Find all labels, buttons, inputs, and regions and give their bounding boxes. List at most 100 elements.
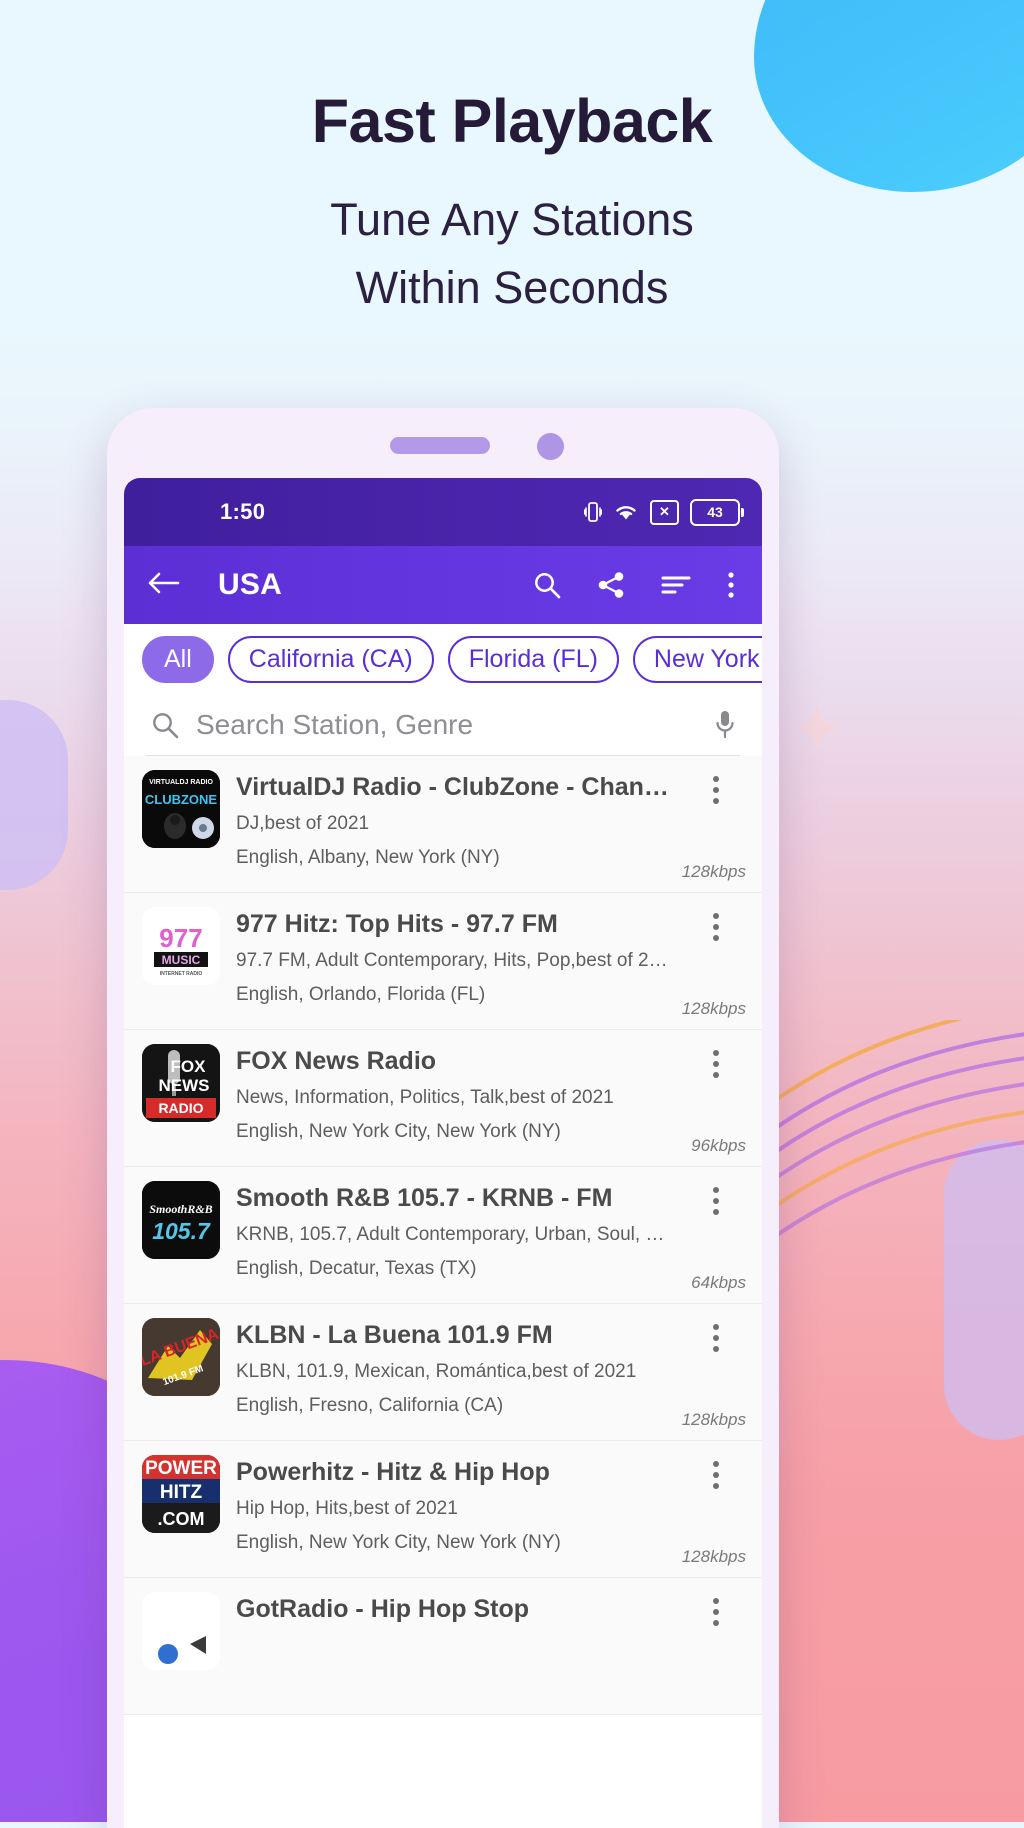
search-input[interactable]: Search Station, Genre — [196, 709, 473, 741]
station-genre: DJ,best of 2021 — [236, 813, 370, 834]
station-list[interactable]: VIRTUALDJ RADIO CLUBZONE VirtualDJ Radio… — [124, 756, 762, 1715]
station-genre: 97.7 FM, Adult Contemporary, Hits, Pop,b… — [236, 950, 670, 971]
station-logo — [142, 1592, 220, 1670]
station-title: VirtualDJ Radio - ClubZone - Channel 1 — [236, 773, 670, 801]
fox-news-radio-logo-art: FOX NEWS RADIO — [142, 1044, 220, 1122]
svg-text:SmoothR&B: SmoothR&B — [149, 1202, 212, 1216]
smooth-rnb-logo-art: SmoothR&B 105.7 — [142, 1181, 220, 1259]
row-overflow-menu-icon[interactable] — [713, 909, 719, 941]
back-arrow-icon — [148, 572, 180, 594]
table-row[interactable]: LA BUENA 101.9 FM KLBN - La Buena 101.9 … — [124, 1304, 762, 1441]
station-genre: KLBN, 101.9, Mexican, Romántica,best of … — [236, 1361, 637, 1382]
filter-chip-all[interactable]: All — [142, 636, 214, 683]
table-row[interactable]: POWER HITZ .COM Powerhitz - Hitz & Hip H… — [124, 1441, 762, 1578]
phone-front-camera — [537, 433, 564, 460]
station-logo: VIRTUALDJ RADIO CLUBZONE — [142, 770, 220, 848]
table-row[interactable]: 977 MUSIC INTERNET RADIO 977 Hitz: Top H… — [124, 893, 762, 1030]
station-genre: Hip Hop, Hits,best of 2021 — [236, 1498, 458, 1519]
table-row[interactable]: VIRTUALDJ RADIO CLUBZONE VirtualDJ Radio… — [124, 756, 762, 893]
station-meta: KLBN - La Buena 101.9 FM KLBN, 101.9, Me… — [236, 1318, 670, 1418]
filter-chip-row[interactable]: All California (CA) Florida (FL) New Yor… — [124, 624, 762, 693]
station-title: FOX News Radio — [236, 1047, 437, 1075]
vibrate-icon — [584, 502, 602, 522]
overflow-menu-icon[interactable] — [726, 570, 736, 600]
svg-text:.COM: .COM — [158, 1509, 205, 1529]
battery-icon: 43 — [690, 498, 744, 526]
star-icon — [792, 702, 842, 752]
station-bitrate: 64kbps — [691, 1273, 746, 1292]
station-meta: GotRadio - Hip Hop Stop — [236, 1592, 670, 1646]
row-right: 128kbps — [682, 907, 746, 1019]
station-location: English, Fresno, California (CA) — [236, 1394, 504, 1416]
station-logo: FOX NEWS RADIO — [142, 1044, 220, 1122]
row-right — [686, 1592, 746, 1704]
filter-chip-california[interactable]: California (CA) — [227, 636, 434, 683]
promo-subheadline-line1: Tune Any Stations — [330, 194, 694, 245]
station-location: English, Decatur, Texas (TX) — [236, 1257, 477, 1279]
powerhitz-logo-art: POWER HITZ .COM — [142, 1455, 220, 1533]
row-overflow-menu-icon[interactable] — [713, 1457, 719, 1489]
status-time: 1:50 — [220, 499, 266, 524]
search-icon — [153, 713, 179, 739]
svg-text:105.7: 105.7 — [152, 1218, 211, 1244]
row-overflow-menu-icon[interactable] — [713, 1046, 719, 1078]
station-bitrate: 128kbps — [681, 999, 746, 1018]
phone-mockup: 1:50 ✕ 43 USA All California (CA) Florid… — [107, 408, 779, 1828]
station-meta: Smooth R&B 105.7 - KRNB - FM KRNB, 105.7… — [236, 1181, 670, 1281]
station-title: GotRadio - Hip Hop Stop — [236, 1595, 530, 1623]
station-logo: 977 MUSIC INTERNET RADIO — [142, 907, 220, 985]
station-genre: News, Information, Politics, Talk,best o… — [236, 1087, 614, 1108]
station-title: KLBN - La Buena 101.9 FM — [236, 1321, 553, 1349]
svg-text:MUSIC: MUSIC — [162, 953, 201, 967]
microphone-icon[interactable] — [714, 709, 736, 741]
search-bar[interactable]: Search Station, Genre — [146, 699, 740, 756]
row-right: 128kbps — [682, 1318, 746, 1430]
promo-subheadline: Tune Any Stations Within Seconds — [0, 186, 1024, 323]
status-bar: 1:50 ✕ 43 — [124, 478, 762, 546]
row-overflow-menu-icon[interactable] — [713, 1594, 719, 1626]
clubzone-logo-art: VIRTUALDJ RADIO CLUBZONE — [142, 770, 220, 848]
svg-text:INTERNET RADIO: INTERNET RADIO — [160, 971, 203, 977]
svg-text:NEWS: NEWS — [159, 1076, 210, 1095]
svg-text:RADIO: RADIO — [158, 1100, 203, 1116]
svg-text:HITZ: HITZ — [160, 1482, 203, 1503]
station-title: Smooth R&B 105.7 - KRNB - FM — [236, 1184, 613, 1212]
station-meta: VirtualDJ Radio - ClubZone - Channel 1 D… — [236, 770, 670, 870]
filter-chip-florida[interactable]: Florida (FL) — [447, 636, 619, 683]
station-logo: SmoothR&B 105.7 — [142, 1181, 220, 1259]
row-right: 128kbps — [682, 770, 746, 882]
row-right: 96kbps — [686, 1044, 746, 1156]
station-meta: Powerhitz - Hitz & Hip Hop Hip Hop, Hits… — [236, 1455, 670, 1555]
row-overflow-menu-icon[interactable] — [713, 772, 719, 804]
row-overflow-menu-icon[interactable] — [713, 1320, 719, 1352]
search-icon[interactable] — [532, 570, 562, 600]
back-button[interactable] — [146, 569, 190, 601]
977-music-logo-art: 977 MUSIC INTERNET RADIO — [142, 907, 220, 985]
share-icon[interactable] — [596, 570, 626, 600]
svg-text:VIRTUALDJ RADIO: VIRTUALDJ RADIO — [149, 779, 213, 786]
table-row[interactable]: GotRadio - Hip Hop Stop — [124, 1578, 762, 1715]
station-location: English, New York City, New York (NY) — [236, 1531, 561, 1553]
klbn-la-buena-logo-art: LA BUENA 101.9 FM — [142, 1318, 220, 1396]
station-bitrate: 128kbps — [681, 1547, 746, 1566]
filter-chip-new-york[interactable]: New York (NY) — [632, 636, 762, 683]
sort-icon[interactable] — [660, 572, 692, 598]
station-meta: FOX News Radio News, Information, Politi… — [236, 1044, 670, 1144]
station-meta: 977 Hitz: Top Hits - 97.7 FM 97.7 FM, Ad… — [236, 907, 670, 1007]
svg-text:FOX: FOX — [171, 1057, 207, 1076]
purple-pill-left-decoration — [0, 700, 68, 890]
table-row[interactable]: FOX NEWS RADIO FOX News Radio News, Info… — [124, 1030, 762, 1167]
station-bitrate: 128kbps — [681, 862, 746, 881]
station-bitrate: 96kbps — [691, 1136, 746, 1155]
status-icons: ✕ 43 — [584, 498, 744, 526]
wifi-icon — [616, 506, 636, 520]
station-location: English, New York City, New York (NY) — [236, 1120, 561, 1142]
page-title: USA — [218, 568, 282, 601]
row-right: 128kbps — [682, 1455, 746, 1567]
station-location: English, Albany, New York (NY) — [236, 846, 500, 868]
row-overflow-menu-icon[interactable] — [713, 1183, 719, 1215]
station-genre: KRNB, 105.7, Adult Contemporary, Urban, … — [236, 1224, 670, 1245]
table-row[interactable]: SmoothR&B 105.7 Smooth R&B 105.7 - KRNB … — [124, 1167, 762, 1304]
row-right: 64kbps — [686, 1181, 746, 1293]
station-title: 977 Hitz: Top Hits - 97.7 FM — [236, 910, 558, 938]
